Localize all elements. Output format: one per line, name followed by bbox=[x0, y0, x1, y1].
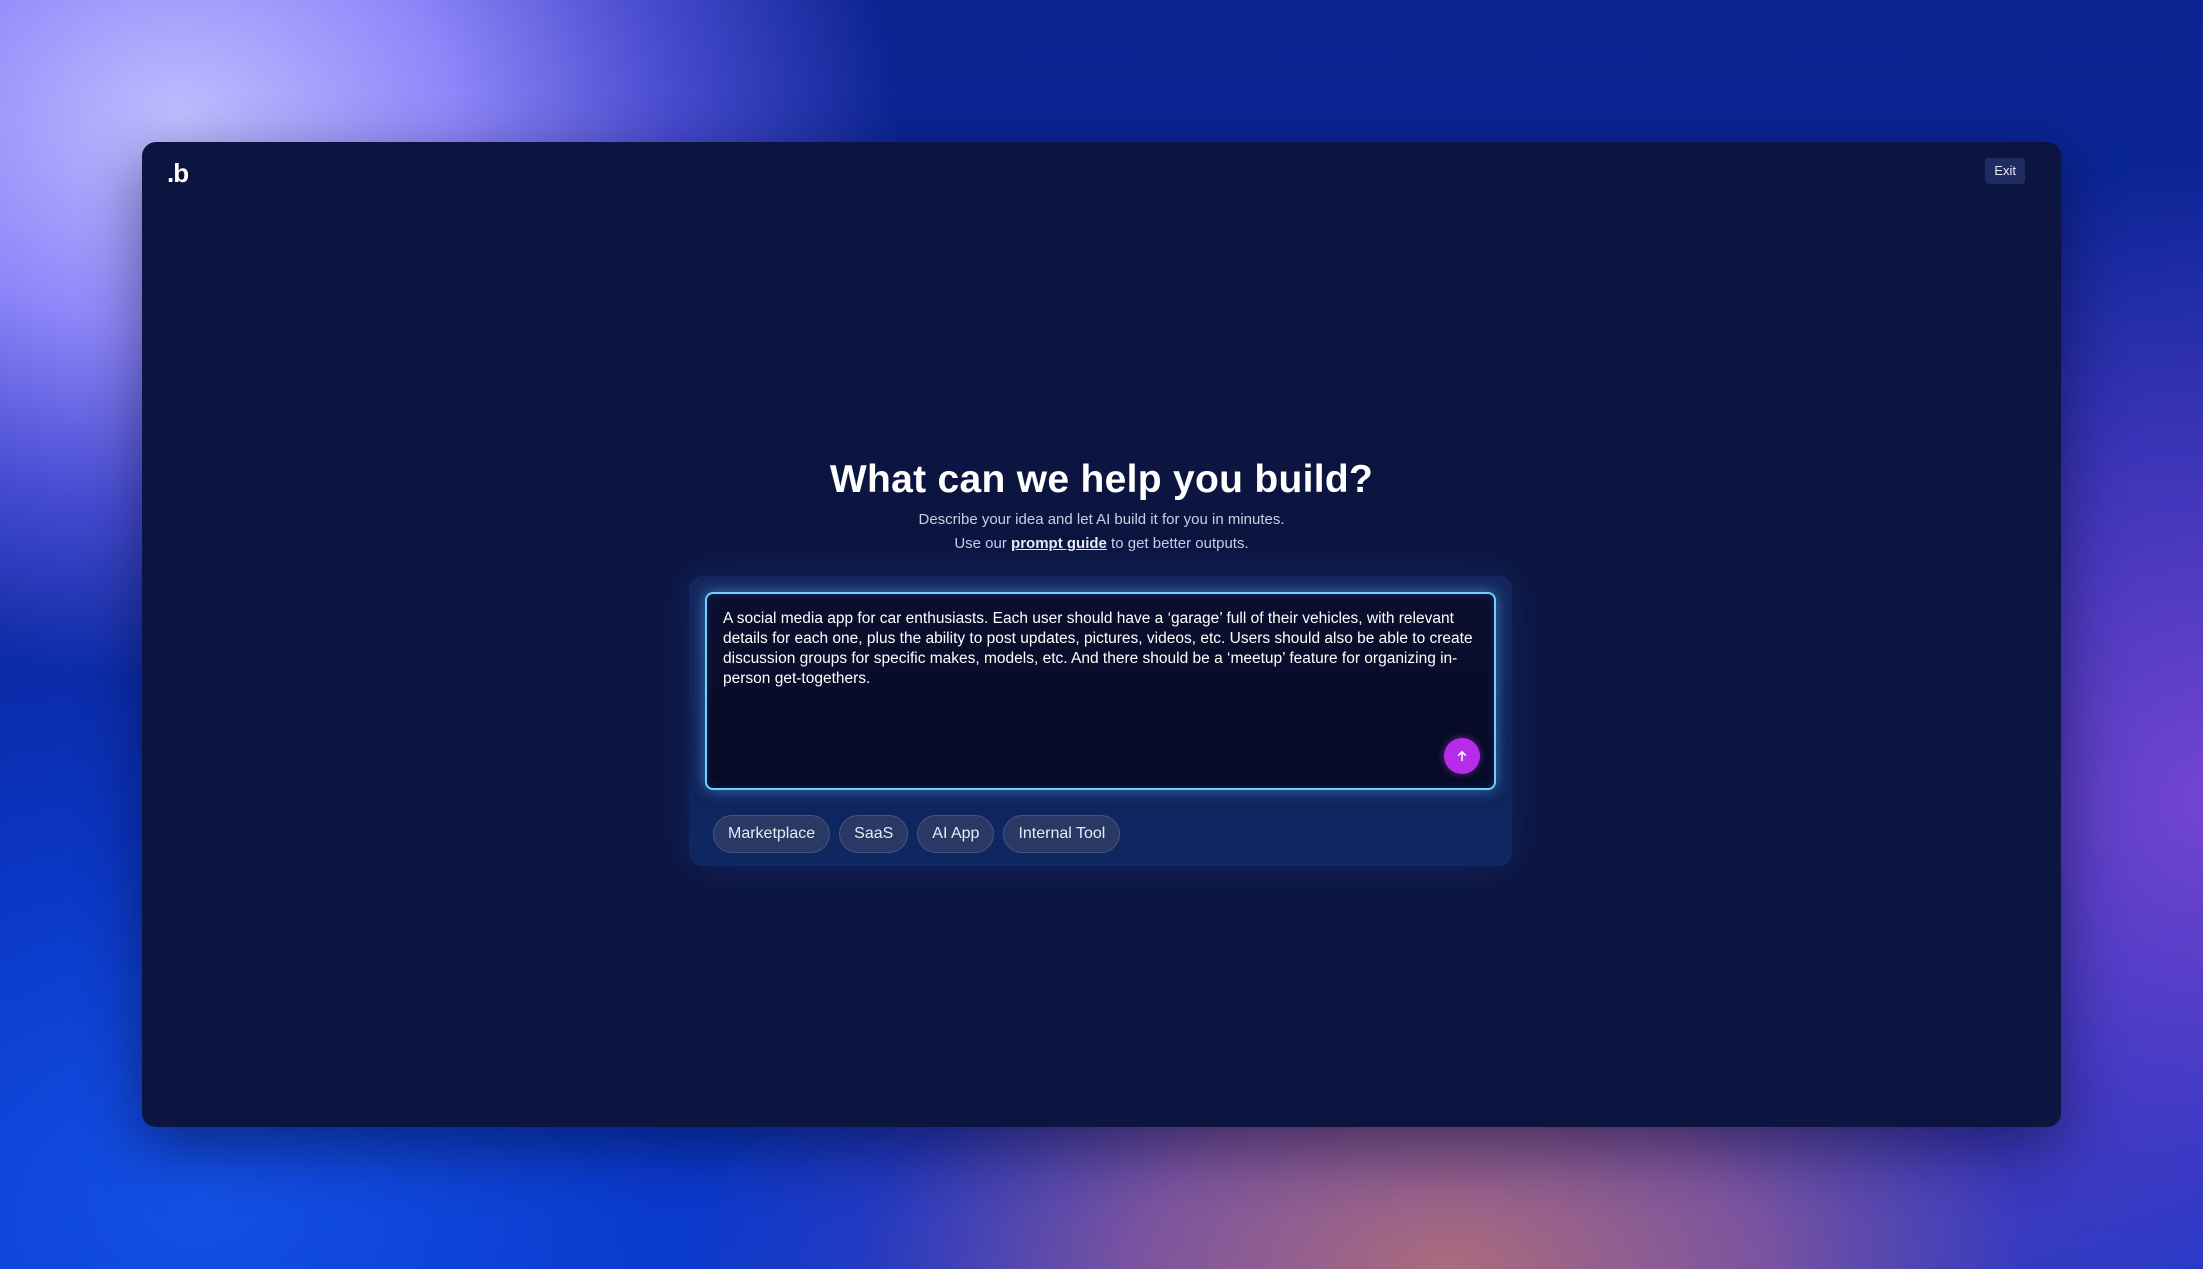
arrow-up-icon bbox=[1457, 751, 1467, 762]
category-chips: Marketplace SaaS AI App Internal Tool bbox=[713, 815, 1121, 853]
chip-ai-app[interactable]: AI App bbox=[917, 815, 995, 853]
hero-subtitle-block: Describe your idea and let AI build it f… bbox=[142, 508, 2061, 556]
guide-prefix: Use our bbox=[954, 535, 1007, 552]
prompt-input[interactable]: A social media app for car enthusiasts. … bbox=[705, 592, 1496, 790]
chip-internal-tool[interactable]: Internal Tool bbox=[1003, 815, 1121, 853]
prompt-guide-line: Use our prompt guide to get better outpu… bbox=[142, 532, 2061, 556]
app-logo[interactable]: .b bbox=[167, 158, 189, 189]
submit-button[interactable] bbox=[1444, 738, 1480, 774]
prompt-panel: A social media app for car enthusiasts. … bbox=[689, 576, 1512, 866]
hero-section: What can we help you build? Describe you… bbox=[142, 458, 2061, 556]
guide-suffix: to get better outputs. bbox=[1111, 535, 1249, 552]
page-title: What can we help you build? bbox=[829, 458, 1374, 501]
prompt-guide-link[interactable]: prompt guide bbox=[1011, 535, 1107, 552]
hero-subtitle: Describe your idea and let AI build it f… bbox=[918, 511, 1285, 528]
chip-saas[interactable]: SaaS bbox=[839, 815, 909, 853]
chip-marketplace[interactable]: Marketplace bbox=[713, 815, 831, 853]
exit-button[interactable]: Exit bbox=[1985, 158, 2025, 184]
app-window: .b Exit What can we help you build? Desc… bbox=[142, 142, 2061, 1127]
prompt-text[interactable]: A social media app for car enthusiasts. … bbox=[723, 609, 1475, 689]
